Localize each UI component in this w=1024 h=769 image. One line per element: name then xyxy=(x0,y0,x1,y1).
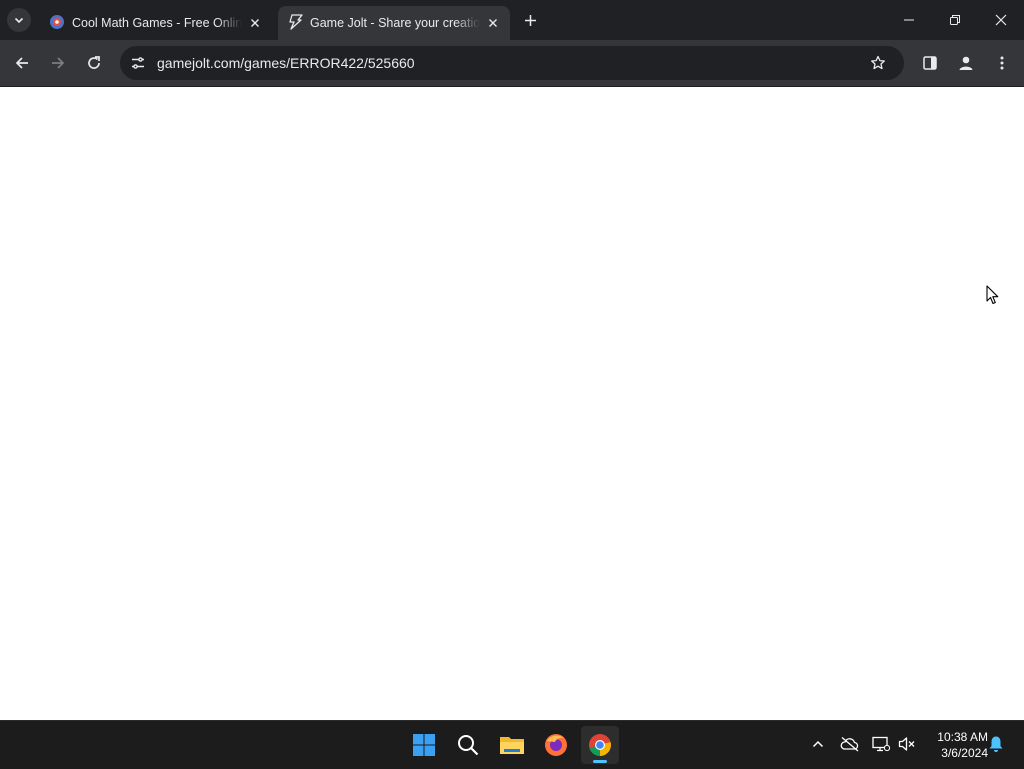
network-tray-icon[interactable] xyxy=(870,733,892,755)
reload-icon xyxy=(88,56,100,69)
start-button[interactable] xyxy=(405,726,443,764)
browser-toolbar: gamejolt.com/games/ERROR422/525660 xyxy=(0,40,1024,87)
new-tab-button[interactable] xyxy=(519,9,541,31)
address-bar[interactable]: gamejolt.com/games/ERROR422/525660 xyxy=(120,46,904,80)
onedrive-tray-icon[interactable] xyxy=(839,733,861,755)
bell-icon xyxy=(989,736,1003,752)
close-window-button[interactable] xyxy=(978,0,1024,40)
search-button[interactable] xyxy=(449,726,487,764)
tab-game-jolt[interactable]: Game Jolt - Share your creations xyxy=(278,6,510,40)
profile-button[interactable] xyxy=(952,49,980,77)
network-icon xyxy=(872,736,890,752)
system-clock[interactable]: 10:38 AM 3/6/2024 xyxy=(922,729,988,761)
arrow-left-icon xyxy=(15,57,28,69)
close-icon xyxy=(995,14,1007,26)
show-hidden-icons-button[interactable] xyxy=(807,733,829,755)
plus-icon xyxy=(524,14,536,26)
profile-icon xyxy=(959,56,973,70)
search-icon xyxy=(458,735,479,756)
minimize-icon xyxy=(904,19,914,21)
cloud-off-icon xyxy=(840,737,859,752)
bookmark-star-icon[interactable] xyxy=(868,53,888,73)
close-tab-icon[interactable] xyxy=(246,14,264,32)
volume-tray-icon[interactable] xyxy=(896,733,918,755)
close-tab-icon[interactable] xyxy=(484,14,502,32)
notifications-button[interactable] xyxy=(985,733,1007,755)
taskbar: 10:38 AM 3/6/2024 xyxy=(0,720,1024,769)
tab-title: Game Jolt - Share your creations xyxy=(310,16,480,30)
side-panel-button[interactable] xyxy=(916,49,944,77)
clock-time: 10:38 AM xyxy=(937,730,988,744)
firefox-button[interactable] xyxy=(537,726,575,764)
chrome-icon xyxy=(589,734,611,756)
clock-date: 3/6/2024 xyxy=(941,746,988,760)
forward-button[interactable] xyxy=(44,49,72,77)
gamejolt-favicon-icon xyxy=(286,13,304,31)
site-settings-icon[interactable] xyxy=(128,53,148,73)
firefox-icon xyxy=(545,734,567,756)
page-content xyxy=(0,87,1024,720)
tab-search-button[interactable] xyxy=(7,8,31,32)
speaker-muted-icon xyxy=(898,737,915,751)
chevron-up-icon xyxy=(812,740,824,748)
tab-title: Cool Math Games - Free Online Games xyxy=(72,16,242,30)
coolmath-favicon-icon xyxy=(48,13,66,31)
windows-logo-icon xyxy=(413,734,435,756)
back-button[interactable] xyxy=(8,49,36,77)
reload-button[interactable] xyxy=(80,49,108,77)
tab-cool-math-games[interactable]: Cool Math Games - Free Online Games xyxy=(40,6,272,40)
active-app-indicator xyxy=(593,760,607,763)
arrow-right-icon xyxy=(52,57,65,69)
mouse-cursor-icon xyxy=(986,285,999,305)
minimize-button[interactable] xyxy=(886,0,932,40)
url-text[interactable]: gamejolt.com/games/ERROR422/525660 xyxy=(157,54,415,72)
menu-button[interactable] xyxy=(988,49,1016,77)
kebab-menu-icon xyxy=(1000,56,1004,70)
tab-strip: Cool Math Games - Free Online Games Game… xyxy=(0,0,1024,40)
chrome-button[interactable] xyxy=(581,726,619,764)
restore-icon xyxy=(950,15,960,25)
file-explorer-button[interactable] xyxy=(493,726,531,764)
folder-icon xyxy=(500,737,524,754)
restore-button[interactable] xyxy=(932,0,978,40)
side-panel-icon xyxy=(923,56,937,70)
chevron-down-icon xyxy=(14,17,24,24)
